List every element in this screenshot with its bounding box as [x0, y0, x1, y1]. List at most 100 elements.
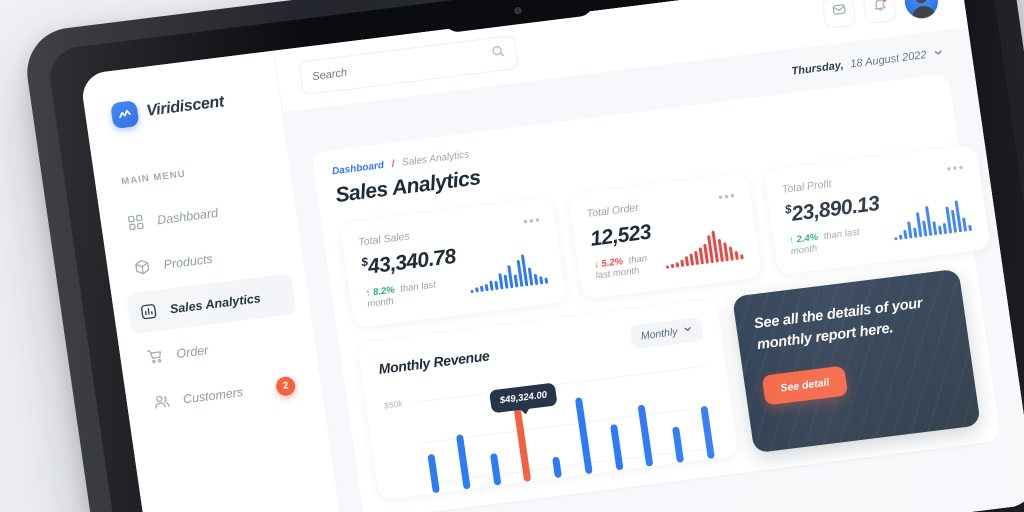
- sparkline-bar: [932, 221, 938, 236]
- avatar[interactable]: [902, 0, 941, 20]
- sparkline-bar: [898, 234, 903, 240]
- stat-card-delta: ↑ 8.2% than last month: [365, 277, 462, 310]
- brand-name: Viridiscent: [145, 93, 226, 120]
- chart-plot: $50k $49,324.00: [382, 355, 720, 498]
- chart-bar[interactable]: [609, 423, 624, 471]
- date-weekday: Thursday,: [790, 59, 845, 78]
- sidebar-item-label: Sales Analytics: [168, 290, 262, 316]
- promo-card: See all the details of your monthly repo…: [732, 268, 981, 454]
- y-tick-label: $50k: [383, 398, 403, 411]
- chart-bar[interactable]: [552, 456, 563, 479]
- sparkline-total-sales: [466, 250, 549, 294]
- mail-button[interactable]: [821, 0, 857, 29]
- sparkline-bar: [480, 285, 484, 292]
- sparkline-bar: [475, 287, 479, 293]
- box-icon: [133, 258, 152, 277]
- sparkline-bar: [675, 261, 679, 268]
- dashboard-app: Viridiscent MAIN MENU Dashboard Products…: [79, 0, 1024, 512]
- search-icon: [491, 44, 506, 63]
- sidebar-item-label: Order: [175, 342, 210, 361]
- chart-range-label: Monthly: [640, 325, 679, 343]
- brand[interactable]: Viridiscent: [83, 76, 281, 132]
- sparkline-bar: [693, 251, 699, 266]
- sparkline-bar: [739, 253, 744, 260]
- page-header-panel: Dashboard / Sales Analytics Sales Analyt…: [311, 73, 1002, 512]
- chart-bar[interactable]: [700, 405, 715, 460]
- stat-card-number: 12,523: [588, 220, 653, 251]
- stat-card-total-profit: ••• Total Profit $23,890.13 ↑ 2.4% than …: [763, 144, 991, 276]
- see-detail-button[interactable]: See detail: [761, 365, 849, 406]
- sparkline-bar: [893, 236, 898, 241]
- breadcrumb-parent[interactable]: Dashboard: [331, 160, 384, 177]
- breadcrumb-current: Sales Analytics: [401, 149, 470, 169]
- sidebar-item-label: Products: [162, 251, 214, 272]
- sparkline-bar: [968, 225, 972, 232]
- sparkline-bar: [489, 280, 494, 291]
- delta-arrow: ↑: [365, 287, 372, 300]
- chart-bar[interactable]: [455, 433, 471, 490]
- laptop-device: Viridiscent MAIN MENU Dashboard Products…: [21, 0, 1024, 512]
- screenshot-stage: Viridiscent MAIN MENU Dashboard Products…: [0, 0, 1024, 512]
- sparkline-bar: [937, 225, 943, 235]
- stat-card-value: 12,523: [589, 220, 653, 252]
- laptop-bezel: Viridiscent MAIN MENU Dashboard Products…: [21, 0, 1024, 512]
- sparkline-bar: [665, 265, 670, 269]
- sparkline-bar: [906, 221, 913, 239]
- sparkline-bar: [679, 259, 684, 267]
- monthly-revenue-chart-card: Monthly Revenue Monthly $50k $49,324.00: [356, 298, 739, 500]
- avatar-head: [913, 0, 928, 4]
- laptop-screen: Viridiscent MAIN MENU Dashboard Products…: [79, 0, 1024, 512]
- sparkline-bar: [912, 227, 918, 238]
- sparkline-bar: [513, 274, 519, 288]
- sidebar-section-label: MAIN MENU: [120, 168, 187, 188]
- chart-title: Monthly Revenue: [377, 347, 491, 378]
- stat-card-value: $23,890.13: [784, 191, 881, 227]
- sparkline-bar: [728, 246, 734, 261]
- chart-range-select[interactable]: Monthly: [629, 316, 704, 350]
- more-dots-icon[interactable]: •••: [946, 159, 966, 176]
- sparkline-bar: [484, 284, 489, 292]
- chart-bar[interactable]: [489, 453, 501, 486]
- sparkline-bar: [722, 242, 729, 262]
- chart-bar[interactable]: [637, 404, 654, 467]
- sparkline-bar: [942, 222, 948, 235]
- delta-arrow: ↓: [593, 259, 600, 271]
- sparkline-bar: [544, 277, 549, 284]
- sparkline-bar: [734, 251, 739, 261]
- sparkline-bar: [698, 247, 704, 265]
- users-icon: [152, 392, 171, 411]
- sidebar-item-label: Dashboard: [156, 205, 219, 227]
- chart-bar[interactable]: [427, 453, 440, 494]
- more-dots-icon[interactable]: •••: [522, 212, 542, 229]
- sparkline-total-profit: [890, 197, 972, 241]
- chart-bar[interactable]: [672, 426, 685, 463]
- content: Thursday, 18 August 2022 Dashboard / Sal…: [283, 27, 1024, 512]
- sparkline-bar: [921, 220, 928, 237]
- notification-dot: [880, 0, 888, 3]
- camera-icon: [514, 6, 522, 15]
- chevron-down-icon: [683, 324, 694, 337]
- sparkline-bar: [962, 217, 967, 232]
- sparkline-bar: [684, 256, 689, 267]
- sparkline-bar: [539, 276, 544, 285]
- more-dots-icon[interactable]: •••: [717, 188, 737, 205]
- stat-card-total-order: ••• Total Order 12,523 ↓ 5.2% than last …: [567, 173, 763, 300]
- sparkline-bar: [689, 253, 694, 266]
- bell-icon: [871, 0, 888, 17]
- sparkline-bar: [507, 265, 514, 289]
- notifications-button[interactable]: [862, 0, 898, 24]
- sparkline-total-order: [661, 226, 744, 269]
- search-input[interactable]: [311, 49, 485, 84]
- sidebar-badge-customers: 2: [274, 375, 297, 397]
- sparkline-bar: [527, 267, 534, 286]
- stat-card-number: 23,890.13: [790, 192, 881, 226]
- stat-card-value: $43,340.78: [360, 244, 457, 280]
- avatar-body: [910, 4, 937, 20]
- chart-bars: [419, 361, 715, 494]
- chevron-down-icon: [932, 44, 944, 63]
- promo-text: See all the details of your monthly repo…: [753, 295, 924, 354]
- sparkline-bar: [533, 273, 539, 286]
- date-value: 18 August 2022: [849, 49, 928, 71]
- sparkline-bar: [470, 289, 474, 294]
- chart-bar[interactable]: [574, 397, 593, 475]
